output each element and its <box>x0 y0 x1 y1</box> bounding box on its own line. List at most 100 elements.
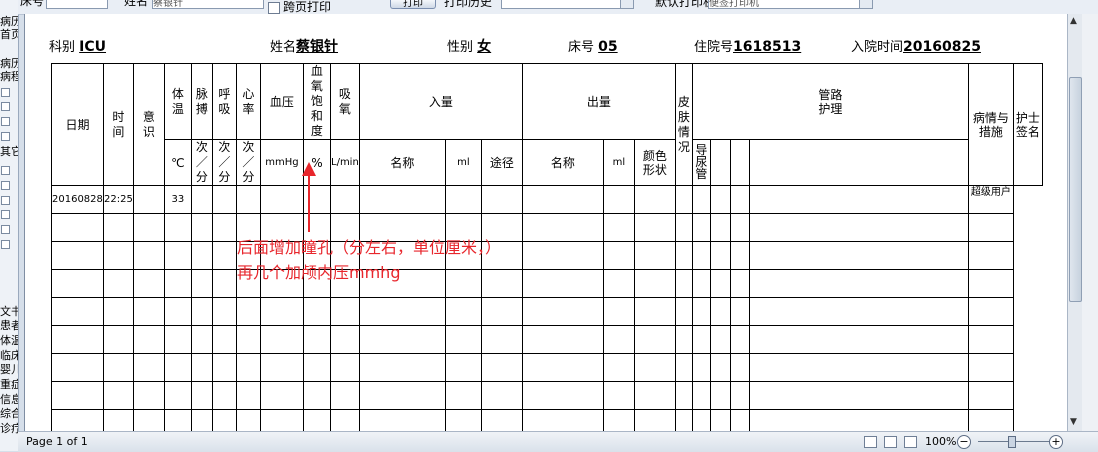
left-item[interactable]: 婴儿 <box>0 364 18 376</box>
left-item[interactable]: 病历 <box>0 58 18 70</box>
dept-value: ICU <box>79 39 107 55</box>
inpatient-field: 住院号1618513 <box>694 39 802 55</box>
left-checkbox[interactable] <box>1 117 10 126</box>
admit-value: 20160825 <box>903 39 981 55</box>
table-row <box>51 381 1043 410</box>
name-input[interactable]: 蔡银针 <box>152 0 264 9</box>
scroll-up-icon[interactable]: ▲ <box>1070 16 1077 26</box>
col-tube: 管路护理 <box>691 63 969 140</box>
col-output: 出量 <box>521 63 676 140</box>
col-spo2: 血氧饱和度 <box>302 63 331 140</box>
sub-tube-blank <box>729 139 750 186</box>
table-row <box>51 325 1043 354</box>
scroll-thumb[interactable] <box>1069 77 1082 302</box>
left-checkbox[interactable] <box>1 181 10 190</box>
admit-field: 入院时间20160825 <box>851 39 981 55</box>
annotation-arrow-line <box>308 174 310 232</box>
print-button[interactable]: 打印 <box>390 0 436 9</box>
col-time: 时间 <box>102 63 134 186</box>
table-row <box>51 241 1043 270</box>
patient-name-field: 姓名蔡银针 <box>270 39 339 55</box>
left-checkbox[interactable] <box>1 225 10 234</box>
col-resp: 呼吸 <box>211 63 237 140</box>
col-skin: 皮肤情况 <box>674 63 693 186</box>
unit-resp: 次／分 <box>211 139 237 186</box>
left-item[interactable]: 重症 <box>0 379 18 391</box>
bed-input[interactable] <box>46 0 108 9</box>
printer-select[interactable]: 便签打印机 <box>708 0 860 9</box>
left-checkbox[interactable] <box>1 240 10 249</box>
unit-oxygen: L/min <box>329 139 360 186</box>
left-item[interactable]: 病历 <box>0 16 18 28</box>
dept-field: 科别 ICU <box>49 39 107 55</box>
crosspage-label: 跨页打印 <box>283 0 332 14</box>
left-item[interactable]: 临床 <box>0 350 18 362</box>
right-side-panel <box>1082 14 1098 431</box>
zoom-out-icon[interactable]: − <box>957 435 971 449</box>
left-checkbox[interactable] <box>1 196 10 205</box>
sub-out-name: 名称 <box>521 139 604 186</box>
printer-label: 默认打印机 <box>655 0 716 9</box>
left-checkbox[interactable] <box>1 132 10 141</box>
unit-heart: 次／分 <box>235 139 261 186</box>
col-heart: 心率 <box>235 63 261 140</box>
status-bar: Page 1 of 1 100% − + <box>18 431 1098 452</box>
page-indicator: Page 1 of 1 <box>26 435 88 448</box>
left-item[interactable]: 文书 <box>0 306 18 318</box>
col-bp: 血压 <box>259 63 304 140</box>
inpatient-value: 1618513 <box>733 39 802 55</box>
unit-temp: ℃ <box>163 139 192 186</box>
left-item[interactable]: 患者 <box>0 320 18 332</box>
left-checkbox[interactable] <box>1 210 10 219</box>
sub-out-color: 颜色形状 <box>633 139 676 186</box>
left-checkbox[interactable] <box>1 102 10 111</box>
patient-name-value: 蔡银针 <box>296 39 339 55</box>
chevron-down-icon[interactable] <box>859 0 873 9</box>
left-item[interactable]: 病程 <box>0 71 18 83</box>
zoom-in-icon[interactable]: + <box>1049 435 1063 449</box>
zoom-level: 100% <box>925 435 957 448</box>
left-checkbox[interactable] <box>1 88 10 97</box>
cell-date: 20160828 <box>51 185 104 214</box>
left-checkbox[interactable] <box>1 166 10 175</box>
unit-pulse: 次／分 <box>190 139 213 186</box>
vertical-scrollbar[interactable]: ▲ ▼ <box>1067 14 1082 431</box>
full-screen-view-icon[interactable] <box>884 436 897 448</box>
name-label: 姓名 <box>124 0 149 8</box>
left-item[interactable]: 其它 <box>0 146 18 158</box>
col-intake: 入量 <box>358 63 523 140</box>
print-layout-view-icon[interactable] <box>864 436 877 448</box>
col-temp: 体温 <box>163 63 192 140</box>
col-pulse: 脉搏 <box>190 63 213 140</box>
left-item[interactable]: 综合 <box>0 408 18 420</box>
print-history-select[interactable] <box>501 0 621 9</box>
sex-value: 女 <box>477 39 492 55</box>
col-consciousness: 意识 <box>132 63 165 186</box>
nursing-record-page: 科别 ICU 姓名蔡银针 性别 女 床号 05 住院号1618513 入院时间2… <box>25 14 1068 431</box>
col-date: 日期 <box>51 63 104 186</box>
cell-time: 22:25 <box>102 185 134 214</box>
table-row <box>51 409 1043 431</box>
left-item[interactable]: 体温 <box>0 335 18 347</box>
bed-label: 床号 <box>20 0 45 8</box>
table-row <box>51 213 1043 242</box>
sub-tube-blank <box>709 139 731 186</box>
web-layout-view-icon[interactable] <box>904 436 917 448</box>
zoom-slider-thumb[interactable] <box>1008 436 1016 448</box>
scroll-down-icon[interactable]: ▼ <box>1070 417 1077 427</box>
print-history-label: 打印历史 <box>444 0 493 9</box>
col-oxygen: 吸氧 <box>329 63 360 140</box>
crosspage-checkbox[interactable] <box>268 2 280 14</box>
unit-bp: mmHg <box>259 139 304 186</box>
cell-nurse: 超级用户 <box>967 185 1014 214</box>
left-item[interactable]: 首页 <box>0 29 18 41</box>
sub-in-ml: ml <box>444 139 482 186</box>
bed-value: 05 <box>598 39 618 55</box>
left-item[interactable]: 信息 <box>0 394 18 406</box>
col-condition: 病情与措施 <box>967 63 1014 186</box>
left-item[interactable]: 诊疗 <box>0 423 18 435</box>
sub-in-name: 名称 <box>358 139 446 186</box>
sub-out-ml: ml <box>602 139 635 186</box>
chevron-down-icon[interactable] <box>620 0 634 9</box>
top-toolbar: 床号 姓名 蔡银针 跨页打印 打印 打印历史 默认打印机 便签打印机 <box>18 0 1098 15</box>
